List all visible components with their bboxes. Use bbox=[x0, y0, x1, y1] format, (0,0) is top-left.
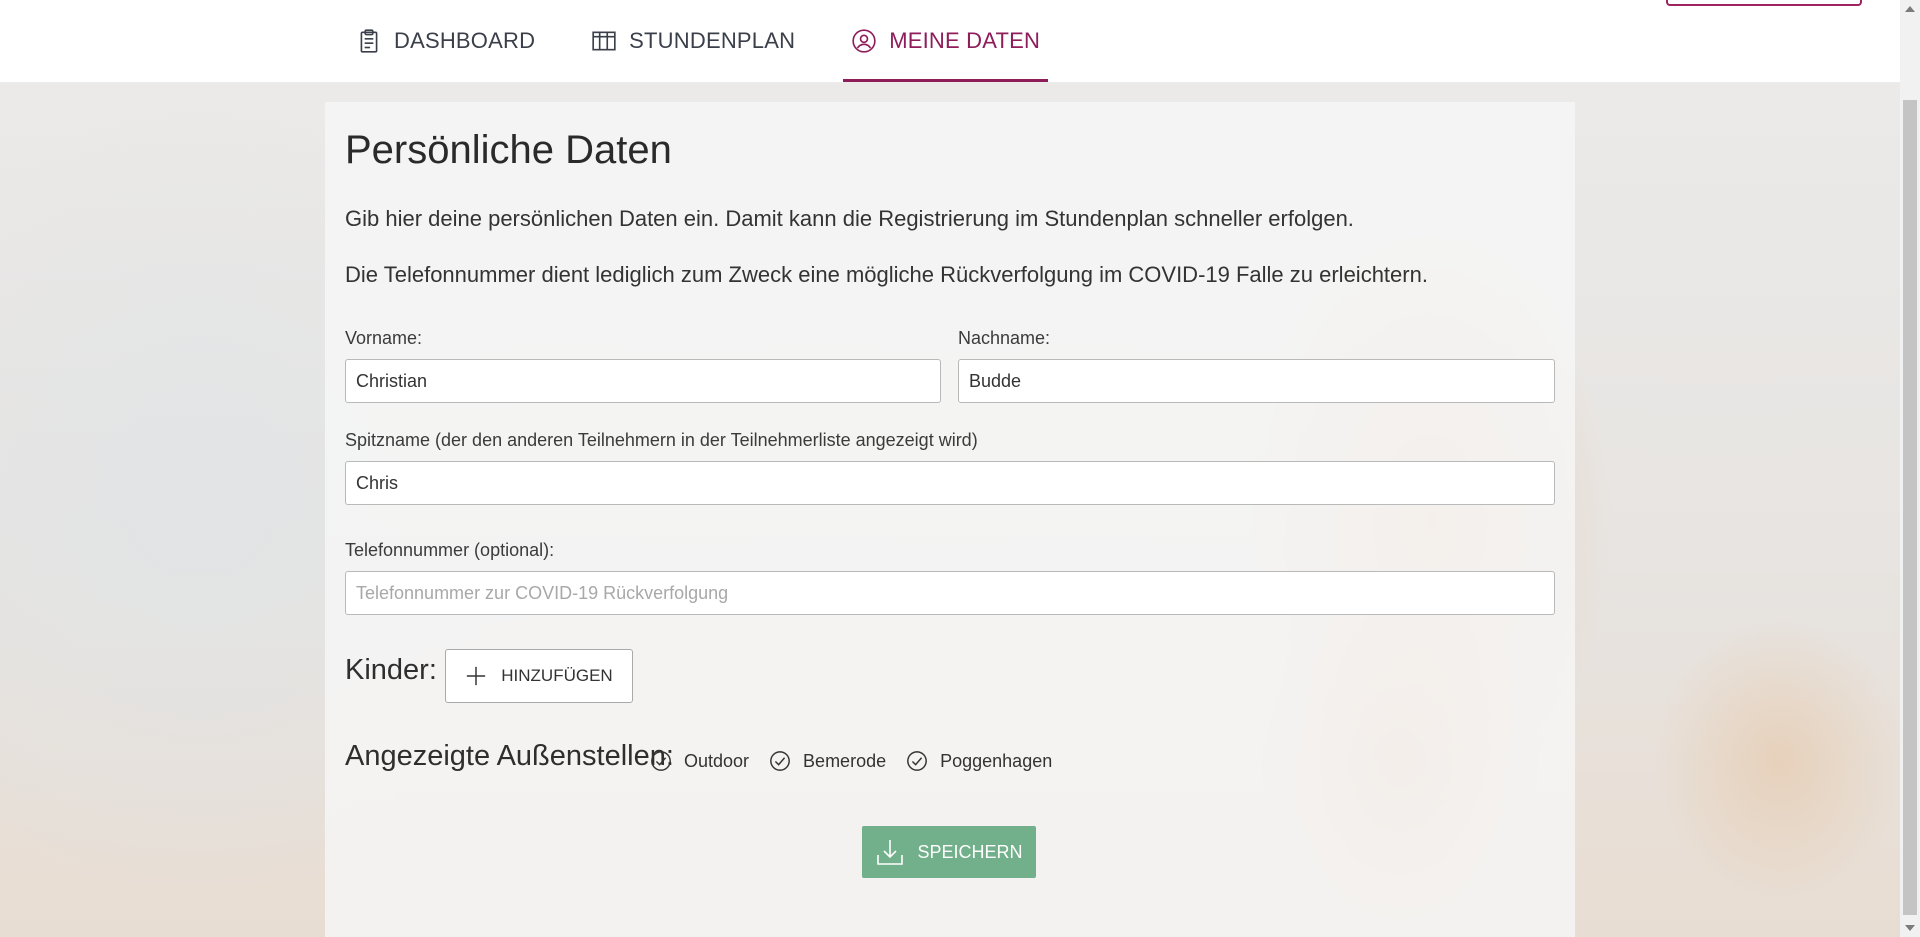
personal-data-panel: Persönliche Daten Gib hier deine persönl… bbox=[325, 102, 1575, 937]
scrollbar-thumb[interactable] bbox=[1903, 100, 1917, 915]
plus-icon bbox=[467, 666, 486, 686]
nav-label-stundenplan: STUNDENPLAN bbox=[629, 28, 796, 53]
scroll-down-arrow-icon[interactable] bbox=[1905, 925, 1915, 931]
aussenstelle-label: Bemerode bbox=[803, 750, 887, 771]
aussenstellen-label: Angezeigte Außenstellen: bbox=[345, 740, 674, 772]
spitzname-input[interactable] bbox=[345, 461, 1555, 505]
header-button[interactable] bbox=[1666, 0, 1862, 6]
telefon-label: Telefonnummer (optional): bbox=[345, 540, 555, 560]
page-title: Persönliche Daten bbox=[345, 128, 672, 172]
nav-item-meine-daten[interactable]: MEINE DATEN bbox=[843, 0, 1049, 82]
spitzname-label: Spitzname (der den anderen Teilnehmern i… bbox=[345, 430, 978, 450]
nav-item-dashboard[interactable]: DASHBOARD bbox=[348, 0, 543, 82]
telefon-input[interactable] bbox=[345, 571, 1555, 615]
nav-label-meine-daten: MEINE DATEN bbox=[889, 28, 1041, 53]
download-icon bbox=[877, 840, 904, 865]
nachname-input[interactable] bbox=[958, 359, 1555, 403]
table-grid-icon bbox=[592, 31, 616, 51]
check-circle-icon bbox=[907, 751, 928, 771]
check-circle-icon bbox=[770, 751, 790, 771]
aussenstelle-option-bemerode[interactable]: Bemerode bbox=[769, 750, 886, 772]
vorname-label: Vorname: bbox=[345, 328, 423, 348]
add-child-button[interactable]: HINZUFÜGEN bbox=[445, 649, 633, 703]
vorname-input[interactable] bbox=[345, 359, 941, 403]
add-child-label: HINZUFÜGEN bbox=[501, 666, 613, 685]
top-navigation-bar: DASHBOARD STUNDENPLAN MEINE DATEN bbox=[0, 0, 1900, 83]
kinder-label: Kinder: bbox=[345, 654, 437, 686]
aussenstellen-options: Outdoor Bemerode Poggenhagen bbox=[650, 750, 1052, 772]
scrollbar[interactable] bbox=[1900, 0, 1920, 937]
intro-text: Gib hier deine persönlichen Daten ein. D… bbox=[345, 206, 1354, 231]
nav-label-dashboard: DASHBOARD bbox=[394, 28, 536, 53]
aussenstelle-option-outdoor[interactable]: Outdoor bbox=[650, 750, 749, 772]
aussenstelle-option-poggenhagen[interactable]: Poggenhagen bbox=[906, 750, 1052, 772]
aussenstelle-label: Poggenhagen bbox=[940, 750, 1053, 771]
check-circle-icon bbox=[651, 751, 671, 771]
aussenstelle-label: Outdoor bbox=[684, 750, 750, 771]
nav-item-stundenplan[interactable]: STUNDENPLAN bbox=[583, 0, 803, 82]
scroll-up-arrow-icon[interactable] bbox=[1905, 6, 1915, 12]
save-label: SPEICHERN bbox=[917, 841, 1023, 862]
save-button[interactable]: SPEICHERN bbox=[862, 826, 1036, 878]
user-circle-icon bbox=[852, 29, 876, 53]
nachname-label: Nachname: bbox=[958, 328, 1051, 348]
clipboard-icon bbox=[360, 29, 378, 53]
main-nav: DASHBOARD STUNDENPLAN MEINE DATEN bbox=[348, 0, 1088, 82]
phone-info-text: Die Telefonnummer dient lediglich zum Zw… bbox=[345, 262, 1428, 287]
